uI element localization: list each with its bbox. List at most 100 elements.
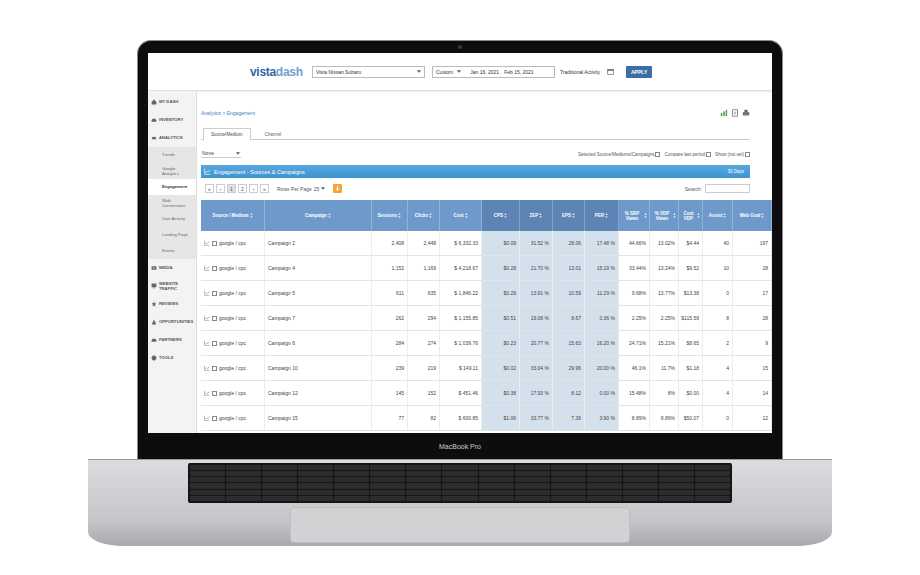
column-header[interactable]: Source / Medium [201, 200, 265, 231]
key[interactable] [551, 477, 586, 482]
key[interactable] [515, 496, 550, 501]
key[interactable] [587, 483, 622, 488]
sidebar-subitem[interactable]: Events [148, 243, 196, 259]
key[interactable] [406, 465, 441, 470]
key[interactable] [190, 465, 225, 470]
table-row[interactable]: google / cpcCampaign 22,4082,448$ 6,332.… [201, 231, 772, 256]
sidebar-subitem[interactable]: Trends [148, 147, 196, 163]
key[interactable] [623, 471, 658, 476]
key[interactable] [695, 471, 730, 476]
option[interactable]: Selected Source/Mediums/Campaigns [578, 152, 661, 157]
row-checkbox[interactable] [212, 366, 217, 371]
key[interactable] [406, 483, 441, 488]
row-checkbox[interactable] [212, 416, 217, 421]
key[interactable] [695, 465, 730, 470]
key[interactable] [695, 483, 730, 488]
trend-icon[interactable] [204, 415, 210, 421]
key[interactable] [226, 477, 261, 482]
key[interactable] [406, 471, 441, 476]
checkbox[interactable] [745, 152, 750, 157]
page-button[interactable]: ‹ [216, 184, 225, 193]
key[interactable] [551, 490, 586, 495]
table-row[interactable]: google / cpcCampaign 41,1521,169$ 4,218.… [201, 256, 772, 281]
key[interactable] [659, 477, 694, 482]
date-range[interactable]: Custom Jan 16, 2021Feb 15, 2021 [432, 66, 555, 78]
key[interactable] [515, 477, 550, 482]
column-header[interactable]: Assist [703, 200, 733, 231]
sidebar-subitem[interactable]: User Activity [148, 211, 196, 227]
key[interactable] [334, 483, 369, 488]
key[interactable] [551, 496, 586, 501]
key[interactable] [442, 471, 477, 476]
page-button[interactable]: 2 [238, 184, 247, 193]
key[interactable] [587, 490, 622, 495]
key[interactable] [659, 471, 694, 476]
key[interactable] [695, 490, 730, 495]
key[interactable] [190, 477, 225, 482]
date-from[interactable]: Jan 16, 2021 [470, 69, 499, 75]
column-header[interactable]: Campaign [265, 200, 372, 231]
key[interactable] [587, 471, 622, 476]
key[interactable] [479, 483, 514, 488]
key[interactable] [334, 490, 369, 495]
key[interactable] [334, 465, 369, 470]
key[interactable] [262, 465, 297, 470]
sidebar-item[interactable]: OPPORTUNITIES [148, 313, 196, 331]
key[interactable] [659, 496, 694, 501]
page-button[interactable]: « [205, 184, 214, 193]
key[interactable] [442, 477, 477, 482]
sidebar-subitem[interactable]: Google Analytics [148, 163, 196, 179]
key[interactable] [226, 465, 261, 470]
key[interactable] [370, 490, 405, 495]
table-row[interactable]: google / cpcCampaign 157782$ 600.85$1.06… [201, 406, 772, 431]
key[interactable] [442, 496, 477, 501]
column-header[interactable]: EPS [553, 200, 585, 231]
key[interactable] [695, 496, 730, 501]
key[interactable] [623, 496, 658, 501]
column-header[interactable]: Cost [440, 200, 482, 231]
key[interactable] [587, 465, 622, 470]
checkbox[interactable] [655, 152, 660, 157]
print-icon[interactable] [742, 109, 750, 117]
sidebar-item[interactable]: PARTNERS [148, 331, 196, 349]
export-document-icon[interactable] [731, 109, 739, 117]
range-select[interactable]: Custom [436, 69, 465, 75]
key[interactable] [298, 496, 333, 501]
key[interactable] [479, 465, 514, 470]
key[interactable] [370, 477, 405, 482]
column-header[interactable]: Web Goal [733, 200, 772, 231]
key[interactable] [659, 483, 694, 488]
key[interactable] [370, 496, 405, 501]
key[interactable] [370, 465, 405, 470]
key[interactable] [190, 483, 225, 488]
dealer-select[interactable]: Vista Nissan Subaru [312, 66, 425, 78]
breadcrumb[interactable]: Analytics > Engagement [201, 110, 255, 116]
row-checkbox[interactable] [212, 341, 217, 346]
column-header[interactable]: % SRP Views [619, 200, 650, 231]
key[interactable] [479, 471, 514, 476]
key[interactable] [334, 471, 369, 476]
sidebar-item[interactable]: MEDIA [148, 259, 196, 277]
key[interactable] [515, 471, 550, 476]
tab[interactable]: Channel [257, 128, 290, 140]
key[interactable] [190, 490, 225, 495]
page-button[interactable]: » [260, 184, 269, 193]
column-header[interactable]: Clicks [408, 200, 440, 231]
key[interactable] [479, 496, 514, 501]
table-row[interactable]: google / cpcCampaign 10239219$ 149.11$0.… [201, 356, 772, 381]
trend-icon[interactable] [204, 265, 210, 271]
trend-icon[interactable] [204, 365, 210, 371]
sidebar-item[interactable]: ANALYTICS [148, 129, 196, 147]
table-row[interactable]: google / cpcCampaign 6284274$ 1,039.76$0… [201, 331, 772, 356]
key[interactable] [262, 483, 297, 488]
table-row[interactable]: google / cpcCampaign 7262294$ 1,155.85$0… [201, 306, 772, 331]
key[interactable] [479, 477, 514, 482]
chart-icon[interactable] [720, 109, 728, 117]
sidebar-subitem[interactable]: Landing Page [148, 227, 196, 243]
row-checkbox[interactable] [212, 291, 217, 296]
key[interactable] [442, 465, 477, 470]
column-header[interactable]: Sessions [372, 200, 408, 231]
rows-per-page-select[interactable]: 25 [314, 186, 326, 192]
key[interactable] [659, 490, 694, 495]
checkbox[interactable] [706, 152, 711, 157]
